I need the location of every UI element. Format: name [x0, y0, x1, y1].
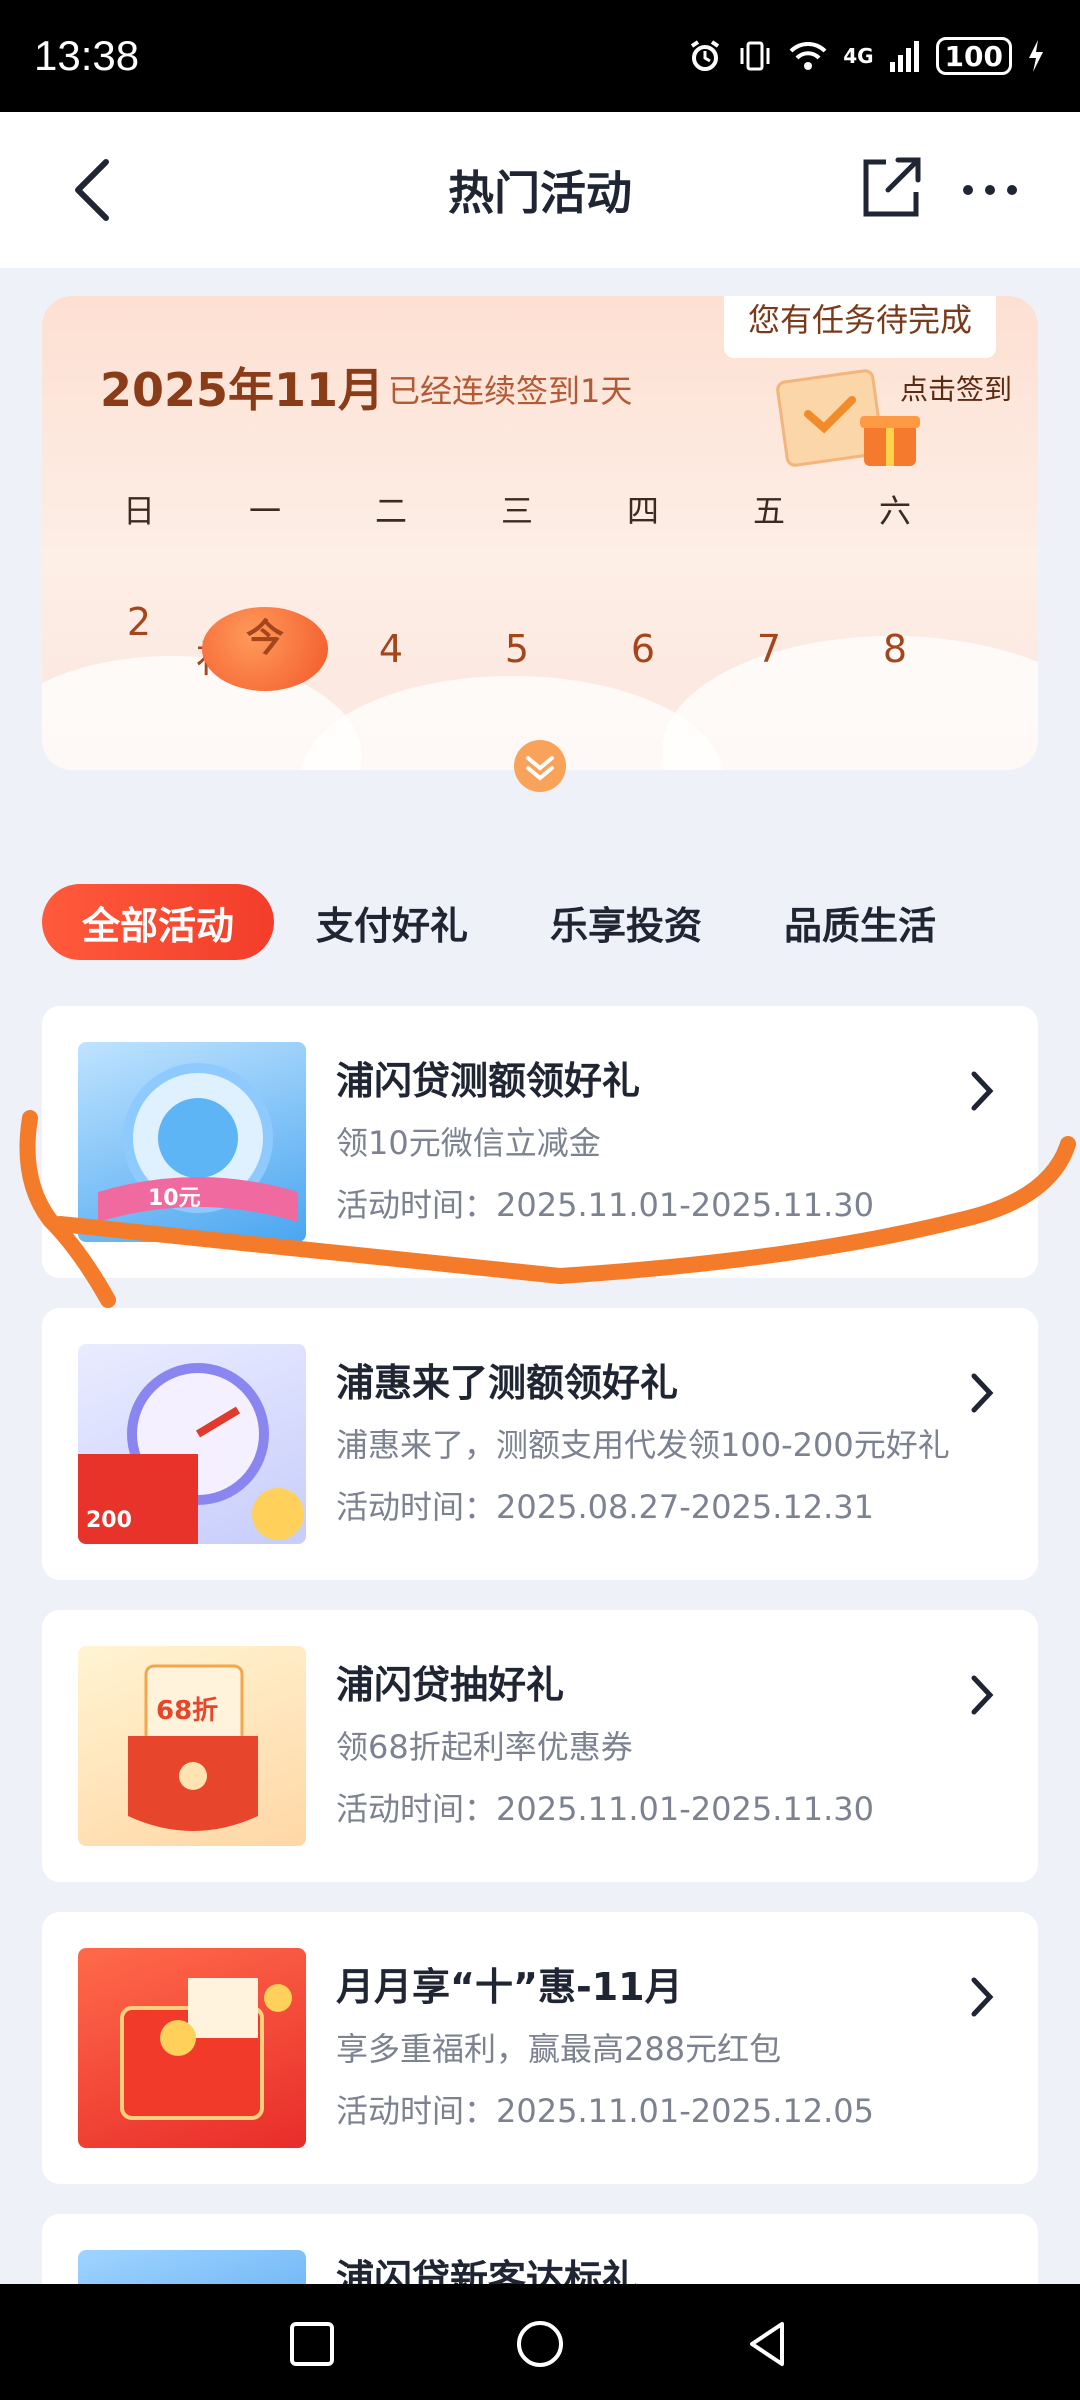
activity-title: 浦闪贷抽好礼 [336, 1663, 565, 1707]
activity-card[interactable]: 月月享“十”惠-11月 享多重福利，赢最高288元红包 活动时间：2025.11… [42, 1912, 1038, 2184]
activity-desc: 浦惠来了，测额支用代发领100-200元好礼 [336, 1426, 950, 1464]
more-button[interactable] [960, 160, 1020, 220]
streak-text: 已经连续签到1天 [388, 372, 633, 410]
status-icons: 4G 100 [687, 37, 1046, 75]
gauge-illustration [98, 1063, 298, 1222]
chevron-right-icon [971, 1373, 994, 1413]
activity-card[interactable]: 200 浦惠来了测额领好礼 浦惠来了，测额支用代发领100-200元好礼 活动时… [42, 1308, 1038, 1580]
signin-button[interactable]: 点击签到 [900, 368, 1012, 408]
thumb-label: 10元 [148, 1186, 201, 1211]
charging-icon [1029, 40, 1043, 72]
status-time: 13:38 [34, 32, 140, 79]
date-cell[interactable]: 4 [328, 627, 454, 671]
share-button[interactable] [858, 152, 924, 222]
weekday-label: 日 [122, 492, 155, 530]
expand-calendar-icon[interactable] [512, 738, 568, 794]
activity-time: 活动时间：2025.11.01-2025.12.05 [336, 2092, 874, 2130]
date-cell[interactable]: 6 [580, 627, 706, 671]
gift-calendar-icon [776, 369, 920, 467]
activity-time: 活动时间：2025.08.27-2025.12.31 [336, 1488, 874, 1526]
activity-desc: 领68折起利率优惠券 [336, 1728, 633, 1766]
activity-thumbnail [78, 1948, 306, 2148]
weekday-row: 日 一 二 三 四 五 六 [42, 486, 1038, 546]
tab-quality-life[interactable]: 品质生活 [784, 895, 936, 950]
weekday-label: 四 [626, 492, 659, 530]
tab-all-activities[interactable]: 全部活动 [42, 884, 275, 960]
circle-home-icon[interactable] [514, 2318, 566, 2370]
triangle-back-icon[interactable] [742, 2318, 794, 2370]
activity-thumbnail: 10元 [78, 1042, 306, 1242]
activity-title: 月月享“十”惠-11月 [336, 1965, 683, 2009]
chevron-right-icon [971, 1071, 994, 1111]
tab-payment-gifts[interactable]: 支付好礼 [316, 895, 468, 950]
activity-title: 浦闪贷测额领好礼 [336, 1059, 641, 1103]
date-cell[interactable]: 7 [706, 627, 832, 671]
task-tip: 您有任务待完成 [724, 296, 997, 358]
activity-title: 浦惠来了测额领好礼 [336, 1361, 679, 1405]
system-nav-bar [0, 2284, 1080, 2400]
red-packet-illustration [120, 1978, 292, 2120]
alarm-icon [691, 40, 720, 71]
battery-indicator: 100 [935, 37, 1012, 75]
thumb-label: 68折 [156, 1696, 219, 1726]
weekday-label: 五 [752, 492, 785, 530]
chevron-right-icon [971, 1675, 994, 1715]
thumb-label: 200 [86, 1508, 132, 1533]
signal-icon [889, 41, 919, 72]
activity-time: 活动时间：2025.11.01-2025.11.30 [336, 1186, 874, 1224]
activity-card[interactable]: 10元 浦闪贷测额领好礼 领10元微信立减金 活动时间：2025.11.01-2… [42, 1006, 1038, 1278]
date-cell[interactable]: 8 [832, 627, 958, 671]
activity-thumbnail: 68折 [78, 1646, 306, 1846]
today-circle: 今 [202, 607, 328, 691]
page-title: 热门活动 [448, 166, 632, 220]
activity-time: 活动时间：2025.11.01-2025.11.30 [336, 1790, 874, 1828]
network-label: 4G [843, 44, 874, 68]
red-bag-illustration [128, 1664, 258, 1831]
weekday-label: 二 [374, 492, 407, 530]
date-row: 2 补 今 4 5 6 7 8 [42, 600, 1038, 694]
wifi-icon [789, 41, 827, 70]
tab-investment[interactable]: 乐享投资 [550, 895, 702, 950]
calendar-month: 2025年11月 [100, 363, 385, 417]
category-tabs: 全部活动 支付好礼 乐享投资 品质生活 [42, 884, 1038, 960]
weekday-label: 一 [248, 492, 281, 530]
date-cell[interactable]: 2 补 [76, 600, 234, 699]
date-cell-today[interactable]: 今 [202, 607, 328, 691]
weekday-label: 三 [500, 492, 533, 530]
checkin-calendar: 2025年11月 已经连续签到1天 您有任务待完成 点击签到 日 一 二 三 四… [42, 296, 1038, 770]
activity-desc: 领10元微信立减金 [336, 1124, 601, 1162]
vibrate-icon [740, 41, 770, 71]
back-button[interactable] [62, 152, 126, 228]
date-cell[interactable]: 5 [454, 627, 580, 671]
weekday-label: 六 [878, 492, 911, 530]
activity-card[interactable]: 68折 浦闪贷抽好礼 领68折起利率优惠券 活动时间：2025.11.01-20… [42, 1610, 1038, 1882]
activity-thumbnail: 200 [78, 1344, 306, 1544]
header: 热门活动 [0, 112, 1080, 268]
chevron-right-icon [971, 1977, 994, 2017]
square-recents-icon[interactable] [286, 2318, 338, 2370]
status-bar: 13:38 4G 100 [0, 0, 1080, 112]
activity-desc: 享多重福利，赢最高288元红包 [336, 2030, 782, 2068]
